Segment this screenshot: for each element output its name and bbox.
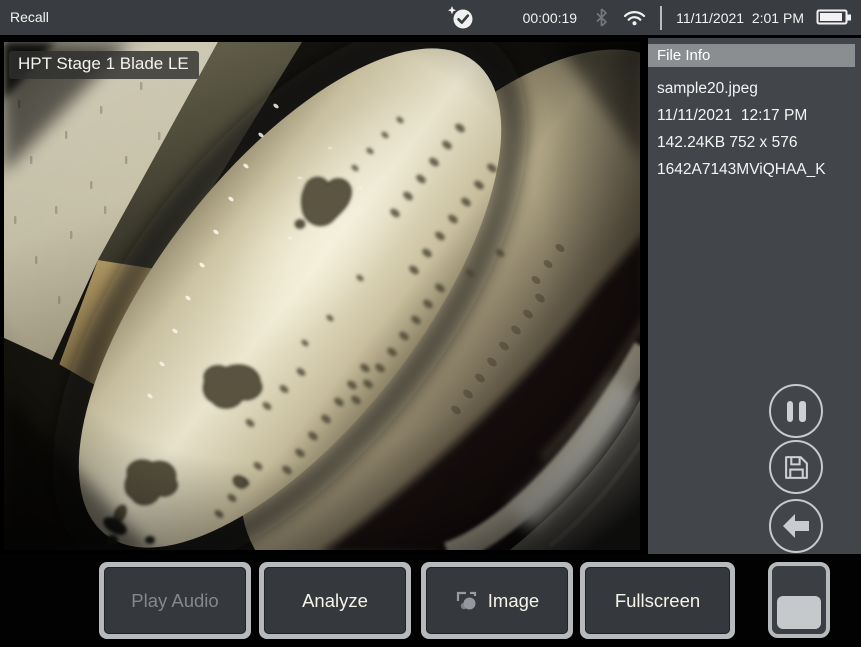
mode-label: Recall bbox=[10, 9, 49, 25]
back-button[interactable] bbox=[769, 499, 823, 553]
status-indicators: 00:00:19 11/11/2021 2:01 PM bbox=[447, 0, 853, 35]
analyze-label: Analyze bbox=[302, 590, 368, 612]
annotation-label: HPT Stage 1 Blade LE bbox=[9, 51, 199, 79]
save-button[interactable] bbox=[769, 440, 823, 494]
play-audio-label: Play Audio bbox=[131, 590, 218, 612]
file-info-panel: File Info sample20.jpeg 11/11/2021 12:17… bbox=[648, 38, 861, 554]
status-bar: Recall 00:00:19 11/11/2021 2:01 PM bbox=[0, 0, 861, 35]
bluetooth-icon bbox=[595, 8, 608, 27]
battery-icon bbox=[816, 8, 853, 27]
analyze-button[interactable]: Analyze bbox=[259, 562, 411, 639]
pause-button[interactable] bbox=[769, 384, 823, 438]
file-datetime: 11/11/2021 12:17 PM bbox=[648, 102, 861, 129]
back-arrow-icon bbox=[781, 512, 811, 540]
image-adjust-icon bbox=[455, 590, 479, 612]
borescope-photo bbox=[0, 38, 645, 554]
file-device-id: 1642A7143MViQHAA_K bbox=[648, 156, 861, 183]
pause-icon bbox=[787, 401, 806, 422]
image-button[interactable]: Image bbox=[421, 562, 573, 639]
play-audio-button[interactable]: Play Audio bbox=[99, 562, 251, 639]
wifi-icon bbox=[623, 9, 646, 26]
image-label: Image bbox=[488, 590, 539, 612]
status-divider bbox=[660, 6, 662, 30]
image-viewport[interactable]: HPT Stage 1 Blade LE bbox=[0, 38, 645, 554]
file-info-rows: sample20.jpeg 11/11/2021 12:17 PM 142.24… bbox=[648, 75, 861, 183]
file-info-header: File Info bbox=[648, 44, 855, 67]
bottom-softkey-bar: Play Audio Analyze Image Fullscreen bbox=[0, 554, 861, 647]
status-datetime: 11/11/2021 2:01 PM bbox=[676, 10, 804, 26]
fullscreen-button[interactable]: Fullscreen bbox=[580, 562, 735, 639]
softkey-page-toggle-button[interactable] bbox=[768, 562, 830, 638]
file-name: sample20.jpeg bbox=[648, 75, 861, 102]
recording-timer: 00:00:19 bbox=[523, 10, 578, 26]
inspection-logo-icon bbox=[447, 5, 475, 31]
file-size-dimensions: 142.24KB 752 x 576 bbox=[648, 129, 861, 156]
floppy-disk-icon bbox=[783, 454, 810, 481]
fullscreen-label: Fullscreen bbox=[615, 590, 700, 612]
softkey-page-toggle-icon bbox=[777, 596, 821, 629]
